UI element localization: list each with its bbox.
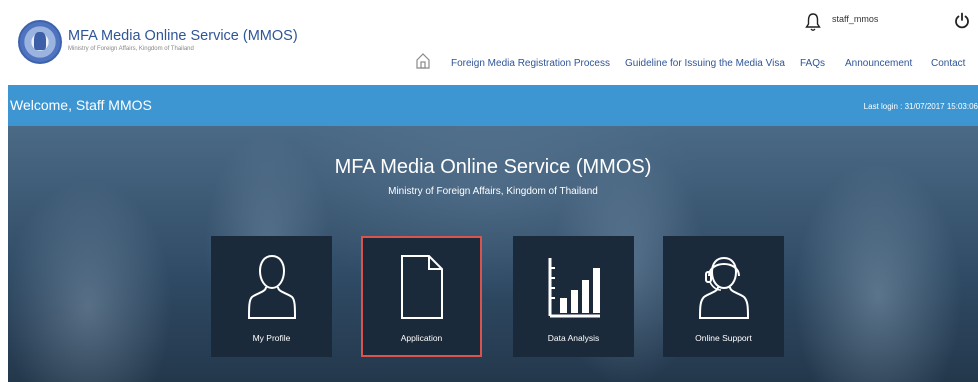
power-icon[interactable] <box>954 12 970 30</box>
bar-chart-icon <box>548 258 600 318</box>
main-nav: Foreign Media Registration Process Guide… <box>8 53 978 74</box>
bell-icon[interactable] <box>805 12 821 32</box>
support-agent-icon <box>698 256 749 319</box>
nav-faqs[interactable]: FAQs <box>800 58 825 69</box>
header: MFA Media Online Service (MMOS) Ministry… <box>8 0 978 85</box>
tile-data-analysis[interactable]: Data Analysis <box>513 236 634 357</box>
tile-online-support[interactable]: Online Support <box>663 236 784 357</box>
tile-my-profile[interactable]: My Profile <box>211 236 332 357</box>
brand-subtitle: Ministry of Foreign Affairs, Kingdom of … <box>68 46 194 52</box>
nav-registration-process[interactable]: Foreign Media Registration Process <box>451 58 610 69</box>
hero-banner: MFA Media Online Service (MMOS) Ministry… <box>8 126 978 382</box>
welcome-text: Welcome, Staff MMOS <box>10 97 152 113</box>
hero-subtitle: Ministry of Foreign Affairs, Kingdom of … <box>388 186 598 197</box>
tile-application[interactable]: Application <box>361 236 482 357</box>
tile-label: Application <box>400 333 443 343</box>
hero-title: MFA Media Online Service (MMOS) <box>334 156 652 178</box>
user-icon <box>247 254 296 319</box>
nav-media-visa-guideline[interactable]: Guideline for Issuing the Media Visa <box>625 58 785 69</box>
document-icon <box>400 255 443 319</box>
home-icon[interactable] <box>415 52 431 70</box>
tile-label: Online Support <box>695 333 752 343</box>
welcome-bar: Welcome, Staff MMOS Last login : 31/07/2… <box>8 85 978 126</box>
last-login: Last login : 31/07/2017 15:03:06 <box>863 102 978 111</box>
nav-announcement[interactable]: Announcement <box>845 58 912 69</box>
brand-title[interactable]: MFA Media Online Service (MMOS) <box>68 28 298 44</box>
nav-contact[interactable]: Contact <box>931 58 965 69</box>
username-label[interactable]: staff_mmos <box>832 14 878 24</box>
tile-label: My Profile <box>252 333 291 343</box>
tile-label: Data Analysis <box>547 333 600 343</box>
